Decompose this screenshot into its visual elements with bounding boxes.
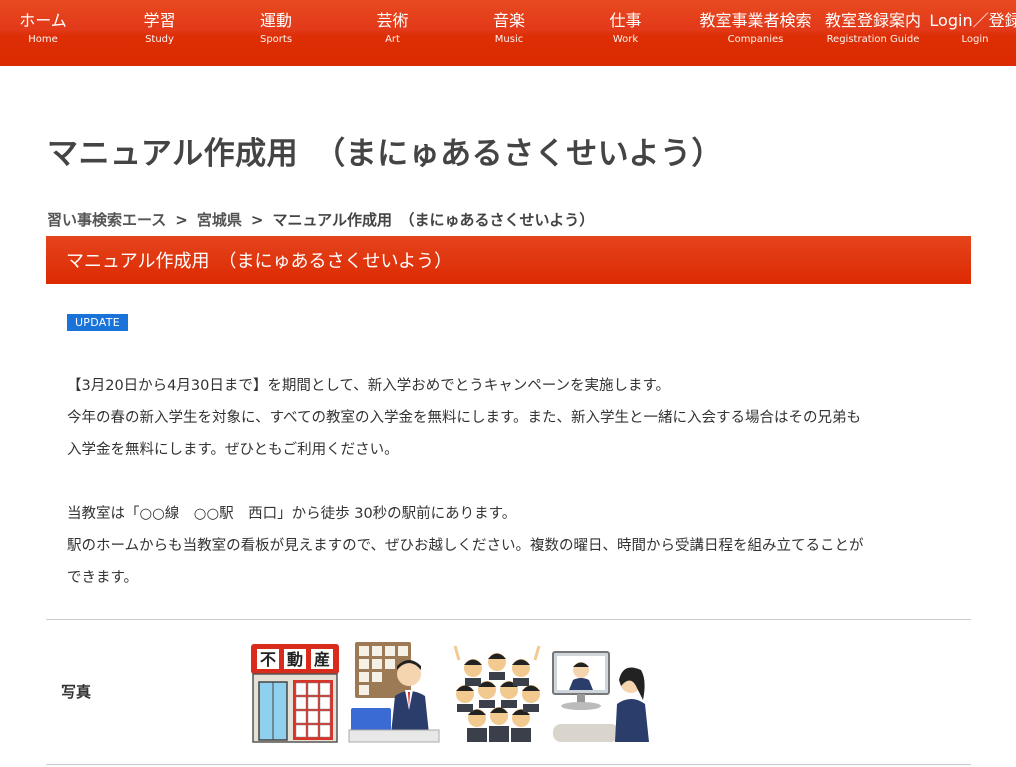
update-badge: UPDATE <box>67 314 128 331</box>
video-call-photo[interactable] <box>549 640 653 744</box>
nav-item-home[interactable]: ホーム Home <box>0 0 86 66</box>
divider-top <box>46 619 971 620</box>
page-title: マニュアル作成用 （まにゅあるさくせいよう） <box>47 136 723 172</box>
nav-label: 教室事業者検索 <box>699 11 812 30</box>
description-line: 当教室は「○○線 ○○駅 西口」から徒歩 30秒の駅前にあります。 <box>67 506 517 522</box>
nav-item-art[interactable]: 芸術 Art <box>319 0 466 66</box>
breadcrumb: 習い事検索エース > 宮城県 > マニュアル作成用 （まにゅあるさくせいよう） <box>47 209 594 230</box>
description-line: 今年の春の新入学生を対象に、すべての教室の入学金を無料にします。また、新入学生と… <box>67 410 862 426</box>
nav-label: ホーム <box>19 11 67 30</box>
cheering-group-photo[interactable] <box>451 640 543 744</box>
breadcrumb-separator: > <box>175 210 188 229</box>
description-line: 入学金を無料にします。ぜひともご利用ください。 <box>67 442 399 458</box>
nav-sublabel: Music <box>494 34 524 45</box>
office-worker-photo[interactable] <box>347 640 445 744</box>
description: 【3月20日から4月30日まで】を期間として、新入学おめでとうキャンペーンを実施… <box>67 370 957 594</box>
breadcrumb-separator: > <box>250 210 264 229</box>
nav-sublabel: Art <box>385 34 400 45</box>
nav-label: 芸術 <box>376 11 409 30</box>
nav-item-music[interactable]: 音楽 Music <box>466 0 552 66</box>
divider-bottom <box>46 764 971 765</box>
nav-label: 仕事 <box>609 11 642 30</box>
description-line: できます。 <box>67 570 139 586</box>
breadcrumb-current: マニュアル作成用 （まにゅあるさくせいよう） <box>272 211 595 229</box>
sign-char: 産 <box>314 650 330 669</box>
breadcrumb-link-prefecture[interactable]: 宮城県 <box>197 209 242 230</box>
photo-label: 写真 <box>61 683 92 701</box>
nav-item-study[interactable]: 学習 Study <box>86 0 233 66</box>
real-estate-shop-photo[interactable]: 不 動 産 <box>249 640 341 744</box>
description-line: 駅のホームからも当教室の看板が見えますので、ぜひお越しください。複数の曜日、時間… <box>67 538 864 554</box>
nav-label: 音楽 <box>492 11 525 30</box>
nav-item-work[interactable]: 仕事 Work <box>552 0 699 66</box>
top-nav: ホーム Home 学習 Study 運動 Sports 芸術 Art 音楽 Mu… <box>0 0 1016 66</box>
nav-sublabel: Home <box>28 34 58 45</box>
nav-label: Login／登録 <box>929 11 1016 30</box>
nav-sublabel: Sports <box>259 34 293 45</box>
nav-item-companies[interactable]: 教室事業者検索 Companies <box>699 0 812 66</box>
breadcrumb-link-home[interactable]: 習い事検索エース <box>47 209 166 230</box>
nav-sublabel: Study <box>145 34 174 45</box>
section-header: マニュアル作成用 （まにゅあるさくせいよう） <box>46 236 971 284</box>
sign-char: 動 <box>287 650 303 669</box>
nav-sublabel: Work <box>612 34 639 45</box>
section-title: マニュアル作成用 （まにゅあるさくせいよう） <box>66 251 453 272</box>
sign-char: 不 <box>260 650 276 669</box>
nav-sublabel: Companies <box>727 34 784 45</box>
nav-sublabel: Login <box>961 34 989 45</box>
description-line: 【3月20日から4月30日まで】を期間として、新入学おめでとうキャンペーンを実施… <box>67 378 671 394</box>
nav-item-sports[interactable]: 運動 Sports <box>233 0 319 66</box>
nav-item-registration-guide[interactable]: 教室登録案内 Registration Guide <box>812 0 934 66</box>
nav-item-login[interactable]: Login／登録 Login <box>929 0 1016 66</box>
nav-sublabel: Registration Guide <box>826 34 920 45</box>
nav-label: 学習 <box>143 11 176 30</box>
photo-gallery: 不 動 産 <box>249 640 653 744</box>
nav-label: 運動 <box>259 11 292 30</box>
nav-label: 教室登録案内 <box>824 11 921 30</box>
